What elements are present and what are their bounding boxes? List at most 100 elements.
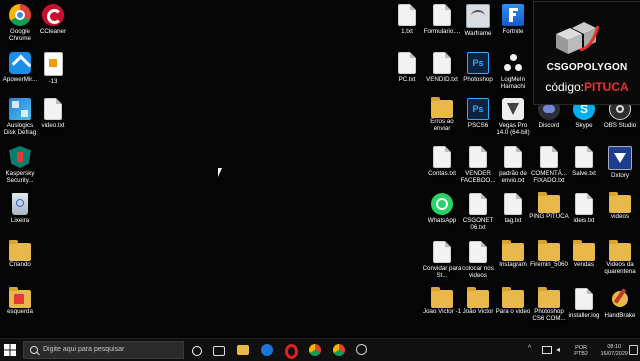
desktop-icon-1-txt[interactable]: 1.txt xyxy=(387,4,427,35)
recycle-bin-icon xyxy=(12,193,28,215)
desktop-icon-fortnite[interactable]: Fortnite xyxy=(493,4,533,35)
desktop-icon-vendas[interactable]: vendas xyxy=(564,240,604,268)
icon-label: ideis.txt xyxy=(573,217,595,224)
icon-label: 1.txt xyxy=(401,28,413,35)
desktop-icon-criando[interactable]: Criando xyxy=(0,240,40,268)
dxtory-icon xyxy=(608,146,632,170)
desktop-icon-photoshop-cs6-com[interactable]: Photoshop CS6 COM... xyxy=(529,287,569,322)
auslogics-icon xyxy=(9,98,31,120)
taskbar-search-box[interactable]: Digite aqui para pesquisar xyxy=(23,341,184,359)
promo-code: código:PITUCA xyxy=(534,80,640,94)
cortana-icon[interactable] xyxy=(192,346,202,356)
photoshop-icon: Ps xyxy=(467,52,489,74)
desktop-icon-erros-ao-enviar[interactable]: Erros ao enviar xyxy=(422,97,462,132)
desktop-icon-installer-log[interactable]: installer.log xyxy=(564,288,604,319)
desktop[interactable]: Google Chrome CCleaner ApowerMir... -13 … xyxy=(0,0,640,338)
icon-label: Para o video xyxy=(495,308,531,315)
desktop-icon-pc-txt[interactable]: PC.txt xyxy=(387,52,427,83)
text-file-icon xyxy=(469,193,487,215)
desktop-icon-ccleaner[interactable]: CCleaner xyxy=(33,4,73,35)
icon-label: Lixeira xyxy=(10,217,30,224)
lang-line2: PTB2 xyxy=(574,351,588,357)
folder-icon xyxy=(538,287,560,308)
desktop-icon-dxtory[interactable]: Dxtory xyxy=(600,146,640,179)
edge-icon[interactable] xyxy=(261,344,273,356)
desktop-icon-tag-txt[interactable]: tag.txt xyxy=(493,193,533,224)
desktop-icon-vegas[interactable]: Vegas Pro 14.0 (64-bit) xyxy=(493,98,533,136)
desktop-icon-videos-da-quarentena[interactable]: Videos da quarentena xyxy=(600,240,640,275)
kaspersky-icon xyxy=(9,146,31,168)
desktop-icon-colocar-nos-videos[interactable]: colocar nos videos xyxy=(458,241,498,279)
desktop-icon-firemin[interactable]: Firemin_5060 xyxy=(529,240,569,268)
handbrake-icon xyxy=(609,288,631,310)
task-view-icon[interactable] xyxy=(213,346,225,356)
chrome-icon[interactable] xyxy=(309,344,321,356)
desktop-icon-para-o-video[interactable]: Para o video xyxy=(493,287,533,315)
steam-icon[interactable] xyxy=(356,344,367,355)
desktop-icon-joao-victor[interactable]: João Victor xyxy=(458,287,498,315)
desktop-icon-esquerda[interactable]: esquerda xyxy=(0,287,40,315)
icon-label: CCleaner xyxy=(39,28,67,35)
icon-label: WhatsApp xyxy=(427,217,457,224)
network-icon[interactable] xyxy=(542,346,552,354)
language-indicator[interactable]: POR PTB2 xyxy=(574,345,588,357)
ccleaner-icon xyxy=(42,4,64,26)
windows-start-icon[interactable] xyxy=(4,344,16,356)
desktop-icon-handbrake[interactable]: HandBrake xyxy=(600,288,640,319)
tray-chevron-icon[interactable]: ^ xyxy=(528,345,531,352)
vegas-icon xyxy=(502,98,524,120)
desktop-icon-kaspersky[interactable]: Kaspersky Security... xyxy=(0,146,40,184)
clock-time: 08:10 xyxy=(607,344,622,350)
text-file-icon xyxy=(44,98,62,120)
fortnite-icon xyxy=(502,4,524,26)
volume-icon[interactable]: ◂ xyxy=(556,345,560,354)
icon-label: PSCS6 xyxy=(467,122,489,129)
file-explorer-icon[interactable] xyxy=(237,345,249,355)
desktop-icon-salve-txt[interactable]: Salve.txt xyxy=(564,146,604,177)
desktop-icon-whatsapp[interactable]: WhatsApp xyxy=(422,193,462,224)
promo-code-prefix: código: xyxy=(545,80,585,94)
icon-label: Formulario.... xyxy=(423,28,461,35)
text-file-icon xyxy=(540,146,558,168)
icon-label: LogMeIn Hamachi xyxy=(500,76,526,90)
desktop-icon-ping-pituca[interactable]: PING PITUCA xyxy=(529,192,569,220)
opera-icon[interactable] xyxy=(285,344,298,359)
desktop-icon-comentario-fixado[interactable]: COMENTÁ... FIXADO.txt xyxy=(529,146,569,184)
clock[interactable]: 08:10 16/07/2020 xyxy=(600,344,628,358)
desktop-icon-video-txt[interactable]: video.txt xyxy=(33,98,73,129)
hamachi-icon xyxy=(502,52,524,74)
desktop-icon-recycle-bin[interactable]: Lixeira xyxy=(0,193,40,224)
folder-icon xyxy=(9,240,31,261)
desktop-icon-videos[interactable]: videos xyxy=(600,192,640,220)
desktop-icon-pscs6[interactable]: Ps PSCS6 xyxy=(458,98,498,129)
icon-label: Skype xyxy=(575,122,593,129)
icon-label: Vegas Pro 14.0 (64-bit) xyxy=(496,122,530,136)
image-file-icon xyxy=(43,52,63,76)
folder-icon xyxy=(431,287,453,308)
text-file-icon xyxy=(575,146,593,168)
icon-label: Discord xyxy=(538,122,560,129)
desktop-icon-vendid-txt[interactable]: VENDID.txt xyxy=(422,52,462,83)
chrome-icon[interactable] xyxy=(333,344,345,356)
promo-code-value: PITUCA xyxy=(584,80,629,94)
desktop-icon-joao-victor-1[interactable]: Joao Victor -1 xyxy=(422,287,462,315)
desktop-icon-warframe[interactable]: Warframe xyxy=(458,4,498,37)
desktop-icon-instagram[interactable]: Instagram xyxy=(493,240,533,268)
icon-label: videos xyxy=(611,213,629,220)
desktop-icon-hamachi[interactable]: LogMeIn Hamachi xyxy=(493,52,533,90)
notification-center-icon[interactable] xyxy=(629,345,638,355)
desktop-icon-13[interactable]: -13 xyxy=(33,52,73,85)
desktop-icon-padrao-de-envio[interactable]: padrão de envio.txt xyxy=(493,146,533,184)
desktop-icon-ideis-txt[interactable]: ideis.txt xyxy=(564,193,604,224)
text-file-icon xyxy=(504,193,522,215)
icon-label: installer.log xyxy=(568,312,600,319)
text-file-icon xyxy=(398,52,416,74)
desktop-icon-contas-txt[interactable]: Contas.txt xyxy=(422,146,462,177)
desktop-icon-convidar[interactable]: Convidar para St... xyxy=(422,241,462,279)
desktop-icon-formulario[interactable]: Formulario.... xyxy=(422,4,462,35)
desktop-icon-csgonet06[interactable]: CSGONET 06.txt xyxy=(458,193,498,231)
apowermirror-icon xyxy=(9,52,32,75)
desktop-icon-photoshop[interactable]: Ps Photoshop xyxy=(458,52,498,83)
desktop-icon-vender-facebook[interactable]: VENDER FACEBOO... xyxy=(458,146,498,184)
icon-label: Firemin_5060 xyxy=(530,261,568,268)
